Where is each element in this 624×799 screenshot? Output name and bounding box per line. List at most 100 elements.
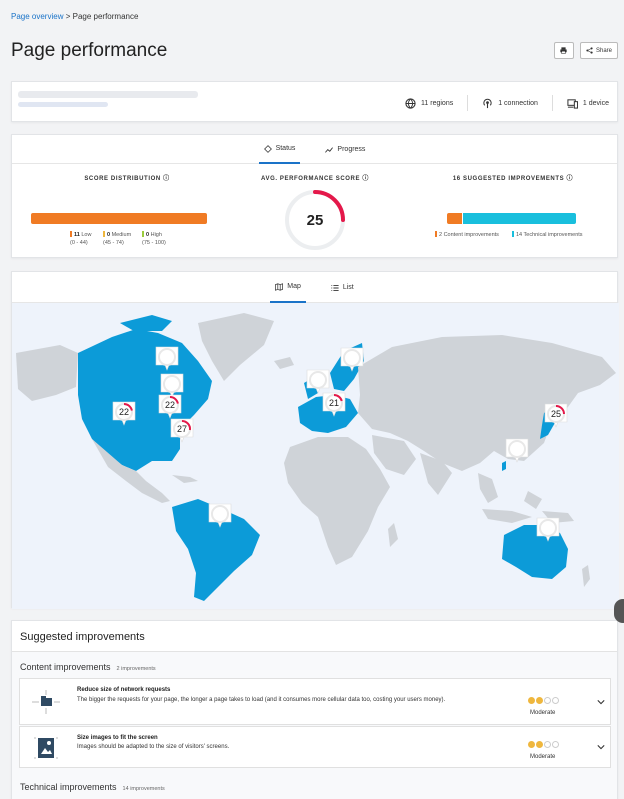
map-icon [275,282,284,291]
medium-count: 0 [107,232,111,238]
marker-score-label: 21 [329,398,339,408]
content-swatch [435,231,437,237]
share-label: Share [595,47,612,54]
tab-list[interactable]: List [326,272,359,303]
rating-dot [536,741,543,748]
image-resize-icon [34,737,58,759]
chevron-down-icon[interactable] [597,698,605,706]
content-section-title: Content improvements [20,662,111,672]
rating-dot [552,741,559,748]
technical-section-title: Technical improvements [20,782,117,792]
device-info: 1 device [567,98,609,109]
world-map[interactable]: 22 22 27 21 25 [12,303,619,609]
marker-score-label: 27 [177,424,187,434]
rating-dot [544,741,551,748]
rating-dot [528,741,535,748]
item-title: Size images to fit the screen [77,735,158,741]
regions-count: 11 regions [421,99,454,107]
technical-improvements-heading: Technical improvements 14 improvements [20,782,165,792]
technical-improvements-label: 14 Technical improvements [516,232,583,238]
landmass-africa [284,437,390,565]
info-icon[interactable]: ⓘ [161,176,170,182]
tab-status-label: Status [275,145,296,152]
low-range: (0 - 44) [70,240,88,246]
trend-icon [325,146,334,153]
medium-swatch [103,231,105,237]
print-button[interactable] [553,42,574,59]
rating-dot [536,697,543,704]
tab-progress-label: Progress [337,146,366,153]
rating-dot [544,697,551,704]
item-title: Reduce size of network requests [77,687,171,693]
world-map-svg: 22 22 27 21 25 [16,313,616,601]
high-label: High [150,232,162,238]
score-distribution-bar [31,213,207,224]
content-improvements-heading: Content improvements 2 improvements [20,662,156,672]
devices-icon [567,98,578,109]
diamond-icon [263,144,272,153]
breadcrumb: Page overview > Page performance [11,12,138,21]
high-swatch [142,231,144,237]
status-card: Status Progress SCORE DISTRIBUTION ⓘ 11 … [11,134,618,258]
tab-map-label: Map [287,283,301,290]
content-improvements-label: 2 Content improvements [439,232,499,238]
side-panel-handle[interactable] [614,599,624,623]
breadcrumb-page-overview-link[interactable]: Page overview [11,12,63,21]
tab-map[interactable]: Map [270,272,306,303]
score-distribution-title: SCORE DISTRIBUTION ⓘ [72,173,182,182]
connection-info: 1 connection [482,98,538,109]
item-description: Images should be adapted to the size of … [77,744,230,750]
landmass-iceland [274,357,294,369]
tab-status[interactable]: Status [258,135,301,164]
region-north-america [78,329,212,471]
redacted-url [18,91,198,98]
landmass-southeast-asia [478,473,542,523]
marker-score-label: 22 [119,407,129,417]
redacted-subtitle [18,102,108,107]
list-icon [331,284,339,291]
legend-technical-improvements: 14 Technical improvements [512,231,583,239]
share-button[interactable]: Share [579,42,618,59]
technical-swatch [512,231,514,237]
landmass-arctic-islands [120,315,172,331]
divider [551,95,553,111]
info-icon[interactable]: ⓘ [360,176,369,182]
map-card: Map List 22 22 27 21 25 [11,271,619,609]
printer-icon [560,47,568,54]
breadcrumb-separator: > [63,12,73,21]
high-count: 0 [146,232,150,238]
page-title: Page performance [11,40,168,61]
suggested-title: 16 SUGGESTED IMPROVEMENTS ⓘ [448,173,578,182]
avg-score-title: AVG. PERFORMANCE SCORE ⓘ [252,173,378,182]
legend-low: 11 Low (0 - 44) [70,231,91,247]
list-item[interactable]: Reduce size of network requests The bigg… [19,678,611,725]
technical-improvements-bar [463,213,576,224]
impact-rating [528,741,559,748]
avg-score-title-text: AVG. PERFORMANCE SCORE [261,176,361,182]
legend-content-improvements: 2 Content improvements [435,231,499,239]
legend-medium: 0 Medium (45 - 74) [103,231,131,247]
suggested-title-text: 16 SUGGESTED IMPROVEMENTS [452,176,565,182]
rating-dot [552,697,559,704]
list-item[interactable]: Size images to fit the screen Images sho… [19,726,611,768]
content-section-count: 2 improvements [116,666,156,672]
marker-score-label: 25 [551,409,561,419]
technical-section-count: 14 improvements [122,786,165,792]
top-actions: Share [553,42,618,59]
landmass-caribbean [172,475,198,483]
chevron-down-icon[interactable] [597,743,605,751]
network-requests-icon [32,690,60,714]
high-range: (75 - 100) [142,240,166,246]
impact-rating [528,697,559,704]
antenna-icon [483,98,492,108]
status-tabs: Status Progress [12,135,617,164]
avg-score-value: 25 [307,212,324,229]
landmass-greenland [198,313,274,381]
page-header-card: 11 regions 1 connection 1 device [11,81,618,122]
header-meta: 11 regions 1 connection 1 device [405,95,609,111]
impact-level: Moderate [530,754,556,760]
view-tabs: Map List [12,272,617,303]
tab-progress[interactable]: Progress [320,135,370,164]
suggested-improvements-title: Suggested improvements [12,621,617,652]
info-icon[interactable]: ⓘ [564,176,573,182]
